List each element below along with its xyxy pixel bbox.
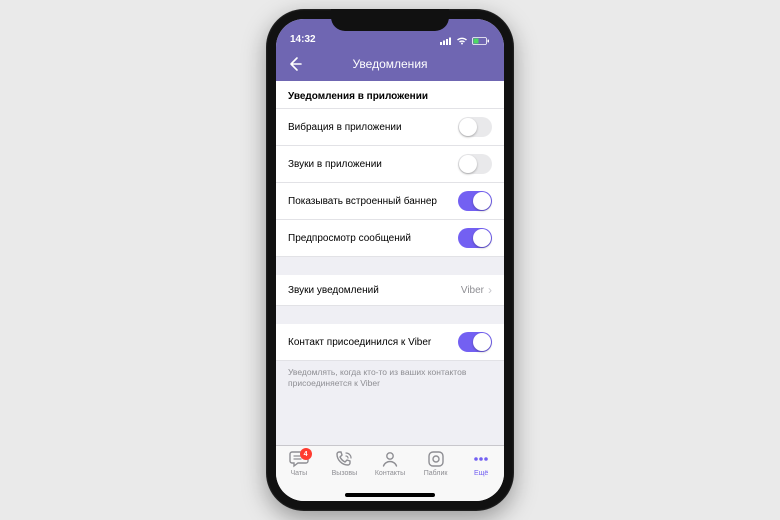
row-label: Звуки уведомлений (288, 285, 461, 296)
more-icon (471, 450, 491, 468)
tab-contacts[interactable]: Контакты (367, 450, 413, 477)
row-label: Звуки в приложении (288, 159, 458, 170)
row-vibration[interactable]: Вибрация в приложении (276, 109, 504, 146)
row-label: Контакт присоединился к Viber (288, 337, 458, 348)
tab-calls[interactable]: Вызовы (322, 450, 368, 477)
tab-label: Контакты (375, 470, 405, 477)
chevron-right-icon: › (488, 283, 492, 297)
battery-icon (472, 37, 490, 45)
phone-frame: 14:32 Уведомления Уведомления в приложен… (266, 9, 514, 511)
row-label: Предпросмотр сообщений (288, 233, 458, 244)
toggle-preview[interactable] (458, 228, 492, 248)
nav-header: Уведомления (276, 47, 504, 81)
section-header: Уведомления в приложении (276, 81, 504, 109)
back-arrow-icon (286, 55, 304, 73)
page-title: Уведомления (352, 57, 427, 71)
row-label: Вибрация в приложении (288, 122, 458, 133)
phone-icon (334, 450, 354, 468)
row-value: Viber (461, 285, 484, 296)
contact-icon (380, 450, 400, 468)
tab-label: Вызовы (332, 470, 357, 477)
tab-label: Чаты (290, 470, 307, 477)
phone-notch (331, 9, 449, 31)
tab-label: Паблик (424, 470, 448, 477)
toggle-sounds[interactable] (458, 154, 492, 174)
toggle-vibration[interactable] (458, 117, 492, 137)
row-banner[interactable]: Показывать встроенный баннер (276, 183, 504, 220)
tab-chats[interactable]: 4 Чаты (276, 450, 322, 477)
status-time: 14:32 (290, 34, 316, 45)
row-notif-sound[interactable]: Звуки уведомлений Viber › (276, 275, 504, 306)
back-button[interactable] (286, 55, 304, 73)
row-contact-joined[interactable]: Контакт присоединился к Viber (276, 324, 504, 361)
public-icon (426, 450, 446, 468)
tab-public[interactable]: Паблик (413, 450, 459, 477)
home-indicator[interactable] (345, 493, 435, 497)
content-area: Уведомления в приложении Вибрация в прил… (276, 81, 504, 445)
footer-note: Уведомлять, когда кто-то из ваших контак… (276, 361, 504, 395)
tab-label: Ещё (474, 470, 488, 477)
chats-badge: 4 (300, 448, 312, 460)
row-label: Показывать встроенный баннер (288, 196, 458, 207)
row-sounds[interactable]: Звуки в приложении (276, 146, 504, 183)
toggle-contact-joined[interactable] (458, 332, 492, 352)
wifi-icon (456, 37, 468, 45)
status-indicators (440, 37, 490, 45)
signal-icon (440, 37, 452, 45)
toggle-banner[interactable] (458, 191, 492, 211)
row-preview[interactable]: Предпросмотр сообщений (276, 220, 504, 257)
screen: 14:32 Уведомления Уведомления в приложен… (276, 19, 504, 501)
tab-more[interactable]: Ещё (458, 450, 504, 477)
